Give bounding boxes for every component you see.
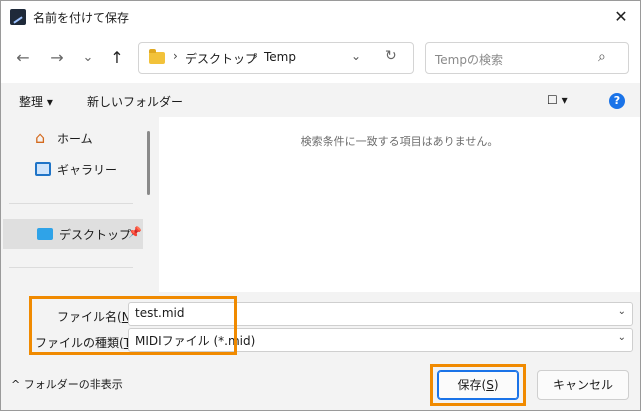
refresh-icon[interactable]: ↻ (385, 48, 397, 64)
sidebar-item-desktop[interactable]: デスクトップ 📌 (3, 219, 143, 249)
sidebar-item-gallery[interactable]: ギャラリー (1, 154, 146, 184)
empty-message: 検索条件に一致する項目はありません。 (300, 135, 499, 148)
recent-locations-button[interactable]: ⌄ (74, 44, 102, 72)
up-button[interactable]: ↑ (103, 44, 131, 72)
app-icon (10, 9, 26, 25)
window-title: 名前を付けて保存 (33, 11, 130, 25)
sidebar-item-label: ホーム (57, 132, 93, 146)
highlight-box (29, 296, 237, 355)
divider (9, 203, 133, 204)
forward-button[interactable]: → (43, 44, 71, 72)
command-bar: 整理 ▾ 新しいフォルダー ☐ ▾ ? (1, 83, 640, 117)
desktop-icon (37, 228, 53, 240)
search-icon[interactable]: ⌕ (598, 49, 606, 65)
new-folder-button[interactable]: 新しいフォルダー (87, 93, 183, 110)
breadcrumb-temp[interactable]: Temp (264, 50, 296, 64)
title-bar: 名前を付けて保存 ✕ (1, 1, 640, 33)
sidebar-scrollbar[interactable] (147, 131, 150, 195)
home-icon: ⌂ (35, 128, 46, 147)
highlight-box (430, 364, 526, 406)
gallery-icon (35, 162, 51, 176)
save-form: ファイル名(N): test.mid ⌄ ファイルの種類(T): MIDIファイ… (1, 292, 640, 410)
back-button[interactable]: ← (9, 44, 37, 72)
hide-folders-toggle[interactable]: ^ フォルダーの非表示 (11, 376, 123, 392)
folder-icon (149, 49, 165, 64)
cancel-button[interactable]: キャンセル (537, 370, 629, 400)
search-input[interactable]: Tempの検索 (435, 51, 503, 68)
sidebar-item-home[interactable]: ⌂ ホーム (1, 123, 146, 153)
pin-icon[interactable]: 📌 (128, 226, 142, 239)
navigation-pane: ⌂ ホーム ギャラリー デスクトップ 📌 (1, 117, 159, 292)
close-button[interactable]: ✕ (605, 5, 637, 29)
file-list-pane: 検索条件に一致する項目はありません。 (159, 117, 640, 292)
sidebar-item-label: ギャラリー (57, 163, 118, 177)
address-dropdown-icon[interactable]: ⌄ (351, 49, 361, 63)
breadcrumb-desktop[interactable]: デスクトップ (185, 50, 257, 67)
chevron-down-icon[interactable]: ⌄ (618, 332, 626, 343)
chevron-down-icon[interactable]: ⌄ (618, 306, 626, 317)
breadcrumb-separator: › (173, 49, 178, 63)
view-menu[interactable]: ☐ ▾ (547, 93, 568, 107)
breadcrumb-separator: › (253, 49, 258, 63)
address-bar[interactable]: › デスクトップ › Temp ⌄ ↻ (138, 42, 414, 74)
navigation-bar: ← → ⌄ ↑ › デスクトップ › Temp ⌄ ↻ Tempの検索 ⌕ (1, 33, 640, 83)
help-icon[interactable]: ? (609, 93, 625, 109)
search-box[interactable]: Tempの検索 ⌕ (425, 42, 629, 74)
sidebar-item-label: デスクトップ (59, 228, 132, 242)
organize-menu[interactable]: 整理 ▾ (19, 93, 53, 110)
divider (9, 267, 133, 268)
